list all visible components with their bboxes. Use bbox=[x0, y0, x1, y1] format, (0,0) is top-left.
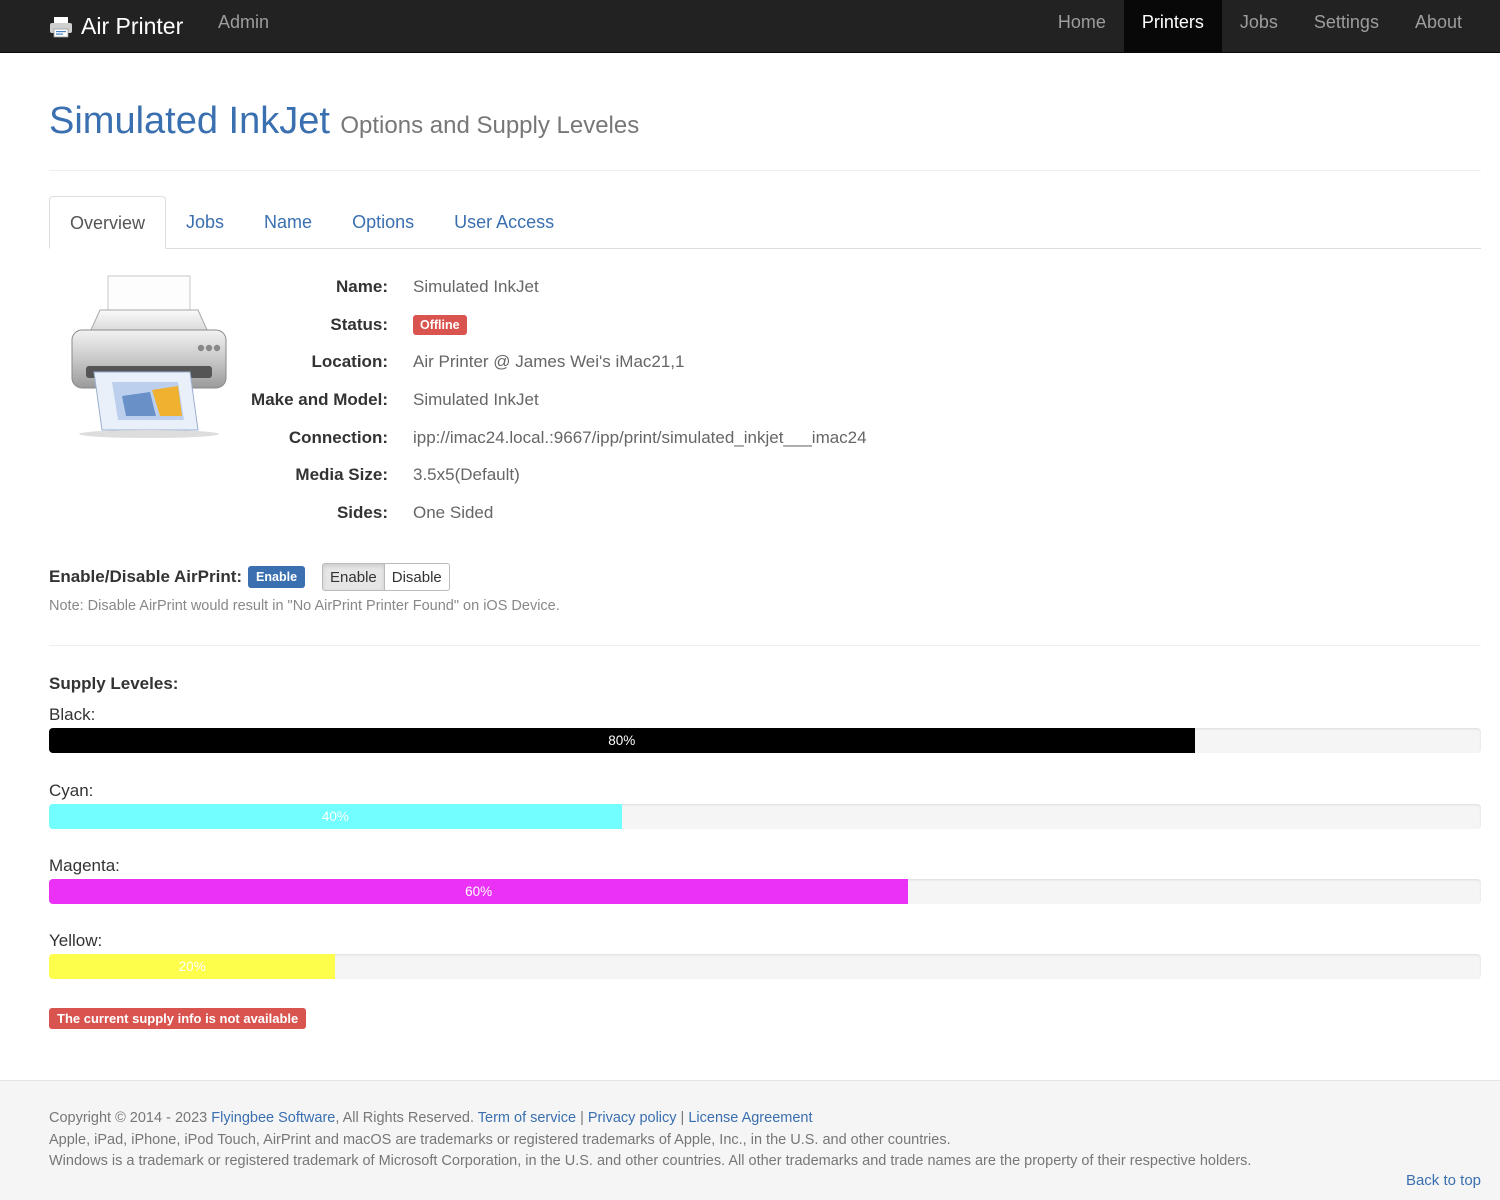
media-value: 3.5x5(Default) bbox=[413, 465, 520, 485]
page-title: Simulated InkJet bbox=[49, 100, 330, 142]
brand-name: Air Printer bbox=[81, 13, 184, 39]
back-to-top-link[interactable]: Back to top bbox=[1406, 1172, 1481, 1189]
airprint-section: Enable/Disable AirPrint: Enable Enable D… bbox=[49, 563, 450, 591]
airprint-label: Enable/Disable AirPrint: bbox=[49, 567, 243, 586]
company-link[interactable]: Flyingbee Software bbox=[211, 1110, 335, 1126]
nav-printers[interactable]: Printers bbox=[1123, 0, 1222, 53]
nav-about[interactable]: About bbox=[1397, 0, 1480, 53]
progress-fill-yellow: 20% bbox=[49, 954, 336, 979]
model-label: Make and Model: bbox=[251, 389, 388, 409]
supply-name-black: Black: bbox=[49, 705, 96, 724]
nav-admin[interactable]: Admin bbox=[218, 0, 269, 53]
separator: | bbox=[576, 1110, 588, 1126]
tab-overview[interactable]: Overview bbox=[49, 196, 167, 249]
nav-jobs[interactable]: Jobs bbox=[1222, 0, 1296, 53]
airprint-state-badge: Enable bbox=[248, 566, 306, 588]
progress-fill-magenta: 60% bbox=[49, 879, 909, 904]
detail-row-name: Name: Simulated InkJet bbox=[230, 268, 867, 306]
airprint-note: Note: Disable AirPrint would result in "… bbox=[49, 598, 560, 614]
brand[interactable]: Air Printer bbox=[49, 0, 183, 53]
nav-home[interactable]: Home bbox=[1040, 0, 1124, 53]
progress-bar-cyan: 40% bbox=[49, 804, 1481, 829]
license-link[interactable]: License Agreement bbox=[688, 1110, 812, 1126]
divider bbox=[49, 645, 1481, 646]
progress-fill-black: 80% bbox=[49, 728, 1195, 753]
footer-text: Copyright © 2014 - 2023 Flyingbee Softwa… bbox=[49, 1108, 1251, 1173]
model-value: Simulated InkJet bbox=[413, 389, 539, 409]
supply-title: Supply Leveles: bbox=[49, 674, 179, 693]
detail-row-status: Status: Offline bbox=[230, 306, 867, 344]
detail-row-connection: Connection: ipp://imac24.local.:9667/ipp… bbox=[230, 419, 867, 457]
privacy-link[interactable]: Privacy policy bbox=[588, 1110, 677, 1126]
detail-row-model: Make and Model: Simulated InkJet bbox=[230, 381, 867, 419]
footer-line-2: Apple, iPad, iPhone, iPod Touch, AirPrin… bbox=[49, 1131, 951, 1148]
printer-details: Name: Simulated InkJet Status: Offline L… bbox=[230, 268, 867, 532]
copyright-text: Copyright © 2014 - 2023 bbox=[49, 1110, 212, 1126]
location-label: Location: bbox=[311, 352, 389, 372]
page-header: Simulated InkJet Options and Supply Leve… bbox=[49, 100, 1481, 171]
supply-magenta: Magenta: 60% bbox=[49, 856, 1481, 904]
progress-bar-yellow: 20% bbox=[49, 954, 1481, 979]
supply-black: Black: 80% bbox=[49, 705, 1481, 753]
disable-button[interactable]: Disable bbox=[384, 563, 450, 591]
location-value: Air Printer @ James Wei's iMac21,1 bbox=[413, 352, 685, 372]
supply-warning-badge: The current supply info is not available bbox=[49, 1008, 307, 1029]
nav-menu: Home Printers Jobs Settings About bbox=[1040, 0, 1480, 53]
status-label: Status: bbox=[330, 314, 388, 334]
media-label: Media Size: bbox=[295, 465, 388, 485]
progress-fill-cyan: 40% bbox=[49, 804, 622, 829]
supply-name-magenta: Magenta: bbox=[49, 856, 120, 875]
printer-image bbox=[66, 270, 232, 440]
top-navbar: Air Printer Admin Home Printers Jobs Set… bbox=[0, 0, 1500, 53]
footer-line-1: Copyright © 2014 - 2023 Flyingbee Softwa… bbox=[49, 1108, 1251, 1130]
supply-yellow: Yellow: 20% bbox=[49, 931, 1481, 979]
enable-button[interactable]: Enable bbox=[322, 563, 385, 591]
name-value: Simulated InkJet bbox=[413, 276, 539, 296]
tab-options[interactable]: Options bbox=[332, 196, 434, 249]
connection-value: ipp://imac24.local.:9667/ipp/print/simul… bbox=[413, 427, 867, 447]
sides-label: Sides: bbox=[336, 502, 388, 522]
nav-settings[interactable]: Settings bbox=[1296, 0, 1397, 53]
sides-value: One Sided bbox=[413, 502, 494, 522]
detail-row-sides: Sides: One Sided bbox=[230, 494, 867, 532]
status-badge: Offline bbox=[413, 315, 467, 336]
rights-text: , All Rights Reserved. bbox=[335, 1110, 478, 1126]
supply-name-yellow: Yellow: bbox=[49, 931, 103, 950]
tab-name[interactable]: Name bbox=[244, 196, 332, 249]
supply-cyan: Cyan: 40% bbox=[49, 781, 1481, 829]
detail-row-location: Location: Air Printer @ James Wei's iMac… bbox=[230, 343, 867, 381]
progress-bar-magenta: 60% bbox=[49, 879, 1481, 904]
page-subtitle: Options and Supply Leveles bbox=[340, 112, 640, 139]
detail-row-media: Media Size: 3.5x5(Default) bbox=[230, 456, 867, 494]
connection-label: Connection: bbox=[288, 427, 388, 447]
printer-icon bbox=[49, 15, 73, 39]
progress-bar-black: 80% bbox=[49, 728, 1481, 753]
terms-link[interactable]: Term of service bbox=[478, 1110, 576, 1126]
airprint-toggle: Enable Disable bbox=[322, 563, 450, 591]
tab-jobs[interactable]: Jobs bbox=[166, 196, 244, 249]
printer-tabs: Overview Jobs Name Options User Access bbox=[49, 196, 1481, 249]
footer: Copyright © 2014 - 2023 Flyingbee Softwa… bbox=[0, 1080, 1500, 1200]
footer-line-3: Windows is a trademark or registered tra… bbox=[49, 1153, 1252, 1169]
tab-user-access[interactable]: User Access bbox=[434, 196, 574, 249]
separator: | bbox=[676, 1110, 689, 1126]
name-label: Name: bbox=[336, 276, 388, 296]
supply-name-cyan: Cyan: bbox=[49, 781, 94, 800]
